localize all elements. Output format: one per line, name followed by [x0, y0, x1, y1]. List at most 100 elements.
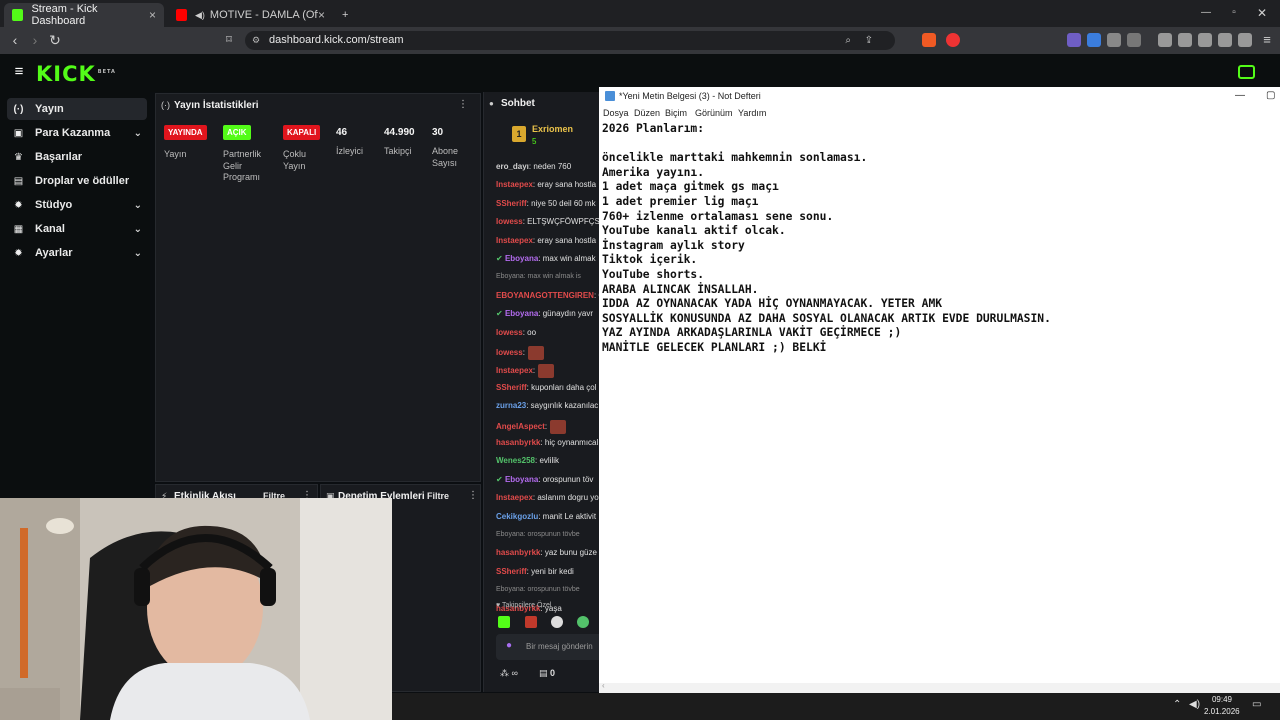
tab-kick-dashboard[interactable]: Stream - Kick Dashboard × [4, 3, 164, 27]
extension-icon[interactable] [1067, 33, 1081, 47]
wallet-icon[interactable] [1198, 33, 1212, 47]
chat-username[interactable]: zurna23 [496, 401, 526, 410]
chat-username[interactable]: hasanbyrkk [496, 548, 540, 557]
microphone-icon[interactable]: ● [506, 640, 512, 651]
notifications-icon[interactable]: ▭ [1252, 699, 1261, 710]
horizontal-scrollbar[interactable]: ‹ [599, 681, 1280, 693]
chat-message[interactable]: Cekikgozlu: manit Le aktivit [496, 512, 596, 521]
sidebar-item-5[interactable]: ▦ Kanal ⌄ [7, 218, 147, 240]
notepad-menu-item[interactable]: Görünüm [695, 108, 733, 118]
volume-icon[interactable]: ◀) [1189, 699, 1200, 710]
chat-message[interactable]: AngelAspect: [496, 419, 567, 434]
gift-count[interactable]: ▤ 0 [539, 668, 555, 679]
chat-input[interactable]: ● Bir mesaj gönderin [496, 634, 599, 660]
minimize-window-icon[interactable]: — [1235, 87, 1245, 105]
tab-youtube-motive[interactable]: ◀) MOTIVE - DAMLA (Official Audio) × [168, 3, 333, 27]
reload-icon[interactable]: ↻ [46, 31, 64, 49]
more-options-icon[interactable]: ⋮ [468, 490, 478, 501]
extension-icon[interactable] [1087, 33, 1101, 47]
chat-username[interactable]: Eboyana [505, 475, 538, 484]
site-info-icon[interactable]: ⚙ [252, 31, 260, 50]
clock-time[interactable]: 09:49 [1207, 695, 1237, 704]
vpn-icon[interactable] [1238, 33, 1252, 47]
emote-kick-icon[interactable] [498, 616, 510, 628]
chat-message[interactable]: ✔ Eboyana: günaydın yavr [496, 309, 593, 318]
emote-icon[interactable] [525, 616, 537, 628]
chat-username[interactable]: Cekikgozlu [496, 512, 538, 521]
chat-username[interactable]: hasanbyrkk [496, 438, 540, 447]
sidebar-item-0[interactable]: (·) Yayın [7, 98, 147, 120]
brave-shield-icon[interactable] [922, 33, 936, 47]
chat-message[interactable]: ✔ Eboyana: orospunun töv [496, 475, 593, 484]
hamburger-menu-icon[interactable]: ≡ [10, 63, 28, 81]
chat-message[interactable]: ero_dayı: neden 760 [496, 162, 571, 171]
chat-message[interactable]: zurna23: saygınlık kazanılac [496, 401, 598, 410]
close-window-icon[interactable]: ✕ [1253, 4, 1271, 22]
emote-icon[interactable] [551, 616, 563, 628]
close-tab-icon[interactable]: × [318, 8, 325, 22]
chat-message[interactable]: SSheriff: yeni bir kedi [496, 567, 574, 576]
sidebar-toggle-icon[interactable] [1178, 33, 1192, 47]
notepad-text-area[interactable]: 2026 Planlarım: öncelikle marttaki mahkem… [602, 122, 1051, 356]
notepad-menu-item[interactable]: Biçim [665, 108, 687, 118]
chat-username[interactable]: ero_dayı [496, 162, 529, 171]
chat-username[interactable]: Eboyana [505, 309, 538, 318]
chat-message[interactable]: hasanbyrkk: yaz bunu güze [496, 548, 597, 557]
notepad-menu-item[interactable]: Düzen [634, 108, 660, 118]
chat-username[interactable]: AngelAspect [496, 422, 545, 431]
chat-message[interactable]: SSheriff: niye 50 deil 60 mk [496, 199, 596, 208]
leo-ai-icon[interactable] [1218, 33, 1232, 47]
menu-icon[interactable]: ≡ [1258, 31, 1276, 49]
chevron-down-icon[interactable]: ⌄ [134, 200, 142, 211]
new-tab-button[interactable]: + [334, 3, 354, 27]
chat-message[interactable]: hasanbyrkk: hiç oynanmıcal [496, 438, 598, 447]
chat-username[interactable]: Iowess [496, 348, 523, 357]
close-tab-icon[interactable]: × [149, 8, 156, 22]
bookmark-icon[interactable]: ⌑ [220, 31, 238, 49]
maximize-window-icon[interactable]: ▢ [1266, 87, 1275, 105]
scroll-left-icon[interactable]: ‹ [602, 681, 605, 690]
extensions-puzzle-icon[interactable] [1107, 33, 1121, 47]
pinned-user[interactable]: Exriomen [532, 124, 573, 134]
sidebar-item-4[interactable]: ✹ Stüdyo ⌄ [7, 194, 147, 216]
chat-username[interactable]: Instaepex [496, 180, 533, 189]
kick-profile-icon[interactable] [1238, 65, 1255, 79]
sidebar-item-2[interactable]: ♛ Başarılar [7, 146, 147, 168]
chevron-down-icon[interactable]: ⌄ [134, 224, 142, 235]
forward-icon[interactable]: › [26, 31, 44, 49]
filter-button[interactable]: Filtre [427, 491, 449, 501]
kick-logo[interactable]: KICK BETA [36, 62, 116, 86]
back-icon[interactable]: ‹ [6, 31, 24, 49]
chat-message[interactable]: Instaepex: eray sana hostla [496, 180, 596, 189]
notepad-menu-item[interactable]: Dosya [603, 108, 629, 118]
chat-username[interactable]: SSheriff [496, 199, 527, 208]
clock-date[interactable]: 2.01.2026 [1204, 707, 1240, 716]
zoom-icon[interactable]: ⌕ [845, 31, 851, 50]
chat-message[interactable]: Iowess: [496, 346, 544, 360]
chat-username[interactable]: SSheriff [496, 567, 527, 576]
emote-icon[interactable] [577, 616, 589, 628]
chat-username[interactable]: Instaepex [496, 236, 533, 245]
restore-window-icon[interactable]: ▫ [1225, 4, 1243, 22]
address-input[interactable]: ⚙ dashboard.kick.com/stream ⌕ ⇪ [245, 31, 895, 50]
viewer-settings-icon[interactable]: ⁂ ∞ [500, 668, 518, 679]
chat-username[interactable]: Eboyana [505, 254, 538, 263]
chat-message[interactable]: SSheriff: kuponları daha çol [496, 383, 597, 392]
chat-username[interactable]: Iowess [496, 328, 523, 337]
chat-message[interactable]: Instaepex: eray sana hostla [496, 236, 596, 245]
share-icon[interactable]: ⇪ [865, 31, 873, 50]
chat-message[interactable]: Instaepex: aslanım dogru yo [496, 493, 599, 502]
sidebar-item-6[interactable]: ✹ Ayarlar ⌄ [7, 242, 147, 264]
chat-message[interactable]: Wenes258: evlilik [496, 456, 559, 465]
chat-message[interactable]: Iowess: ELTŞWÇFÖWPFÇS [496, 217, 599, 226]
sidebar-item-3[interactable]: ▤ Droplar ve ödüller [7, 170, 147, 192]
notepad-menu-item[interactable]: Yardım [738, 108, 766, 118]
more-options-icon[interactable]: ⋮ [458, 99, 468, 110]
chat-message[interactable]: EBOYANAGOTTENGIREN: G [496, 291, 599, 300]
chat-username[interactable]: Instaepex [496, 493, 533, 502]
chat-message[interactable]: Instaepex: [496, 364, 555, 379]
screenshot-icon[interactable] [1127, 33, 1141, 47]
chat-username[interactable]: EBOYANAGOTTENGIREN [496, 291, 594, 300]
chat-message[interactable]: Iowess: oo [496, 328, 536, 337]
chat-username[interactable]: Instaepex [496, 367, 533, 376]
